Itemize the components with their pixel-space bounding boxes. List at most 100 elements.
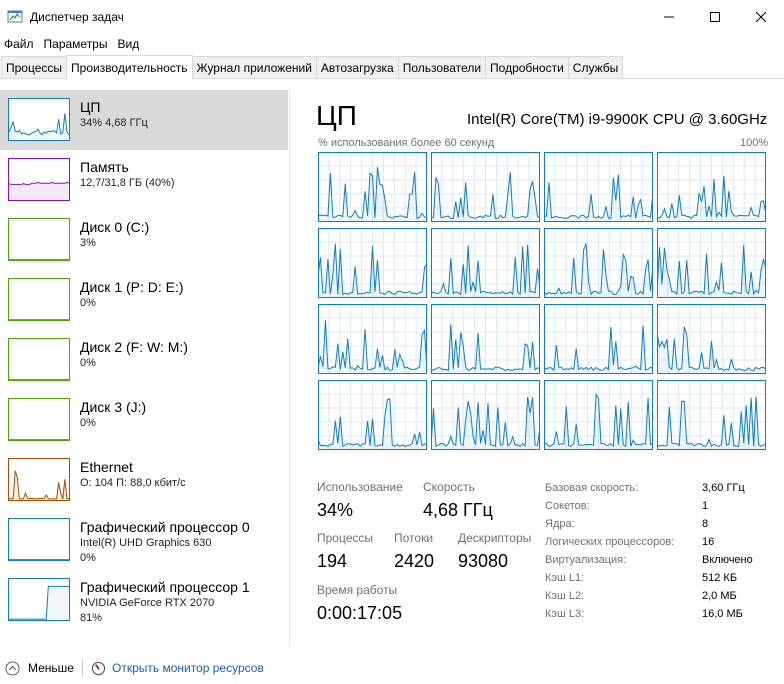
logical-processor-graph: [544, 380, 653, 450]
processes-label: Процессы: [317, 531, 374, 545]
sidebar-item-disk-3[interactable]: Диск 3 (J:) 0%: [0, 390, 288, 450]
spec-value: 2,0 МБ: [702, 590, 737, 602]
spec-key: Базовая скорость:: [545, 482, 639, 494]
open-resource-monitor-label: Открыть монитор ресурсов: [111, 661, 264, 675]
maximize-button[interactable]: [692, 0, 738, 34]
sidebar-item-memory[interactable]: Память 12,7/31,8 ГБ (40%): [0, 150, 288, 210]
footer-divider: [81, 659, 83, 677]
logical-processor-graph: [544, 228, 653, 298]
sidebar-item-ethernet[interactable]: Ethernet О: 104 П: 88,0 кбит/с: [0, 450, 288, 510]
logical-processor-graph: [431, 304, 540, 374]
sidebar-item-gpu-0[interactable]: Графический процессор 0 Intel(R) UHD Gra…: [0, 510, 288, 570]
threads-value: 2420: [394, 551, 435, 571]
memory-thumbnail-graph: [8, 158, 70, 201]
menu-file[interactable]: Файл: [0, 37, 38, 51]
tab-startup[interactable]: Автозагрузка: [315, 56, 399, 78]
tab-details[interactable]: Подробности: [485, 56, 569, 78]
spec-key: Логических процессоров:: [545, 536, 675, 548]
graph-caption: % использования более 60 секунд: [318, 137, 495, 149]
threads-label: Потоки: [394, 531, 434, 545]
processes-value: 194: [317, 551, 348, 571]
logical-processor-graph: [318, 380, 427, 450]
tab-users[interactable]: Пользователи: [397, 56, 487, 78]
gpu-0-thumbnail-graph: [8, 518, 70, 561]
sidebar-item-title: Диск 3 (J:): [80, 399, 147, 415]
page-title: ЦП: [316, 100, 357, 131]
sidebar-item-usage: 81%: [80, 612, 103, 624]
task-manager-window: Диспетчер задач Файл Параметры Вид Проце…: [0, 0, 784, 684]
resource-sidebar: ЦП 34% 4,68 ГГц Память 12,7/31,8 ГБ (40%…: [0, 90, 290, 646]
resource-monitor-icon: [91, 661, 106, 675]
handles-label: Дескрипторы: [458, 531, 532, 545]
sidebar-item-disk-0[interactable]: Диск 0 (C:) 3%: [0, 210, 288, 270]
sidebar-item-title: Память: [80, 159, 129, 175]
tab-app-history[interactable]: Журнал приложений: [191, 56, 317, 78]
spec-value: 3,60 ГГц: [702, 482, 745, 494]
sidebar-item-disk-1[interactable]: Диск 1 (P: D: E:) 0%: [0, 270, 288, 330]
sidebar-item-detail: 0%: [80, 417, 96, 429]
sidebar-item-detail: 3%: [80, 237, 96, 249]
tab-bar: Процессы Производительность Журнал прило…: [0, 55, 784, 79]
menu-options[interactable]: Параметры: [40, 37, 112, 51]
spec-key: Ядра:: [545, 518, 575, 530]
cpu-thumbnail-graph: [8, 98, 70, 141]
sidebar-item-detail: 0%: [80, 297, 96, 309]
spec-value: 16,0 МБ: [702, 608, 743, 620]
usage-value: 34%: [317, 500, 354, 520]
tab-performance[interactable]: Производительность: [66, 55, 193, 79]
sidebar-item-title: Графический процессор 0: [80, 519, 250, 535]
window-title: Диспетчер задач: [30, 10, 124, 24]
disk-1-thumbnail-graph: [8, 278, 70, 321]
spec-key: Кэш L2:: [545, 590, 585, 602]
sidebar-item-detail: О: 104 П: 88,0 кбит/с: [80, 477, 186, 489]
spec-value: 8: [702, 518, 709, 530]
close-icon: [756, 12, 766, 22]
graph-area: [9, 182, 69, 200]
logical-processor-graph: [657, 228, 766, 298]
task-manager-icon: [7, 10, 23, 23]
sidebar-item-title: Диск 0 (C:): [80, 219, 150, 235]
logical-processor-graph: [544, 304, 653, 374]
spec-value: 512 КБ: [702, 572, 738, 584]
fewer-details-button[interactable]: Меньше: [5, 660, 74, 676]
open-resource-monitor-link[interactable]: Открыть монитор ресурсов: [91, 661, 264, 676]
menu-view[interactable]: Вид: [113, 37, 143, 51]
spec-value: 16: [702, 536, 715, 548]
tab-services[interactable]: Службы: [567, 56, 624, 78]
spec-value: 1: [702, 500, 709, 512]
sidebar-item-detail: 0%: [80, 357, 96, 369]
logical-processor-graph: [431, 152, 540, 222]
graph-line: [9, 113, 69, 136]
ethernet-thumbnail-graph: [8, 458, 70, 501]
sidebar-item-title: Диск 2 (F: W: M:): [80, 339, 188, 355]
logical-processor-graph: [657, 152, 766, 222]
sidebar-item-title: Диск 1 (P: D: E:): [80, 279, 184, 295]
sidebar-item-gpu-1[interactable]: Графический процессор 1 NVIDIA GeForce R…: [0, 570, 288, 630]
spec-key: Сокетов:: [545, 500, 590, 512]
minimize-button[interactable]: [646, 0, 692, 34]
tab-processes[interactable]: Процессы: [1, 56, 68, 78]
sidebar-item-detail: 34% 4,68 ГГц: [80, 117, 148, 129]
logical-processor-graph: [318, 152, 427, 222]
spec-key: Кэш L1:: [545, 572, 585, 584]
speed-label: Скорость: [423, 480, 475, 494]
sidebar-item-usage: 0%: [80, 552, 96, 564]
footer-bar: Меньше Открыть монитор ресурсов: [0, 656, 784, 680]
graph-max-label: 100%: [740, 137, 769, 149]
minimize-icon: [664, 16, 674, 18]
sidebar-item-cpu[interactable]: ЦП 34% 4,68 ГГц: [0, 90, 288, 150]
speed-value: 4,68 ГГц: [423, 500, 493, 520]
gpu-1-thumbnail-graph: [8, 578, 70, 621]
close-button[interactable]: [738, 0, 784, 34]
sidebar-item-title: Графический процессор 1: [80, 579, 250, 595]
disk-3-thumbnail-graph: [8, 398, 70, 441]
sidebar-item-title: ЦП: [80, 99, 101, 115]
logical-processor-graph: [318, 228, 427, 298]
disk-0-thumbnail-graph: [8, 218, 70, 261]
chevron-up-icon: [5, 660, 20, 676]
uptime-label: Время работы: [317, 583, 398, 597]
fewer-details-label: Меньше: [28, 661, 74, 675]
uptime-value: 0:00:17:05: [317, 603, 403, 623]
logical-processor-graph: [318, 304, 427, 374]
sidebar-item-disk-2[interactable]: Диск 2 (F: W: M:) 0%: [0, 330, 288, 390]
